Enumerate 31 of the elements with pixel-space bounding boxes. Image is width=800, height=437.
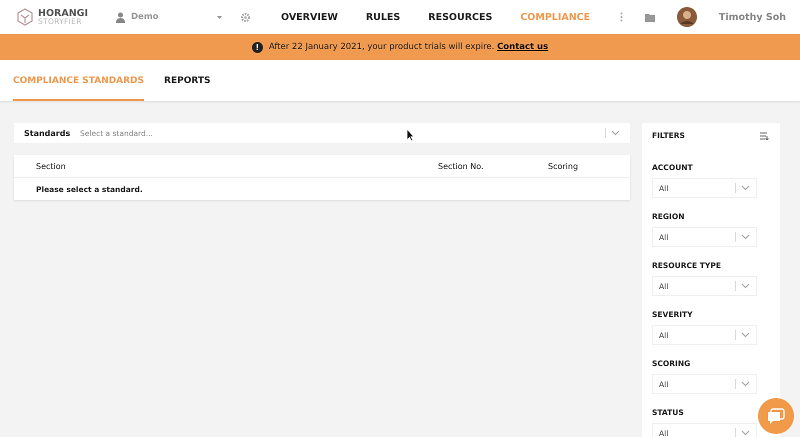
filter-list-icon[interactable] [760, 132, 770, 140]
chat-button[interactable] [758, 398, 794, 434]
chevron-down-icon [611, 130, 620, 136]
banner-text: After 22 January 2021, your product trials will expire. Contact us [268, 42, 548, 52]
nav-link[interactable]: RESOURCES [428, 12, 492, 22]
more-icon[interactable] [620, 12, 623, 22]
folder-icon[interactable] [644, 12, 655, 22]
user-name[interactable]: Timothy Soh [718, 12, 786, 22]
avatar[interactable] [676, 7, 697, 27]
settings-icon[interactable] [240, 12, 251, 22]
logo-name: HORANGI [38, 8, 88, 18]
cursor-icon [406, 128, 415, 142]
chevron-down-icon [741, 185, 750, 191]
nav-link[interactable]: RULES [366, 12, 400, 22]
caret-icon [217, 16, 222, 18]
nav-link[interactable]: OVERVIEW [281, 12, 338, 22]
logo-icon [16, 8, 34, 26]
tab[interactable]: REPORTS [164, 60, 210, 101]
column-header: Section [36, 162, 67, 170]
contact-link[interactable]: Contact us [497, 42, 548, 52]
standards-label: Standards [24, 128, 72, 138]
chat-icon [767, 408, 785, 424]
alert-icon: ! [252, 42, 263, 52]
chevron-down-icon [741, 381, 750, 387]
chevron-down-icon [741, 283, 750, 289]
chevron-down-icon [741, 332, 750, 338]
column-header: Scoring [548, 162, 580, 170]
user-icon [116, 12, 125, 22]
column-header: Section No. [438, 162, 485, 170]
chevron-down-icon [741, 430, 750, 436]
chevron-down-icon [741, 234, 750, 240]
